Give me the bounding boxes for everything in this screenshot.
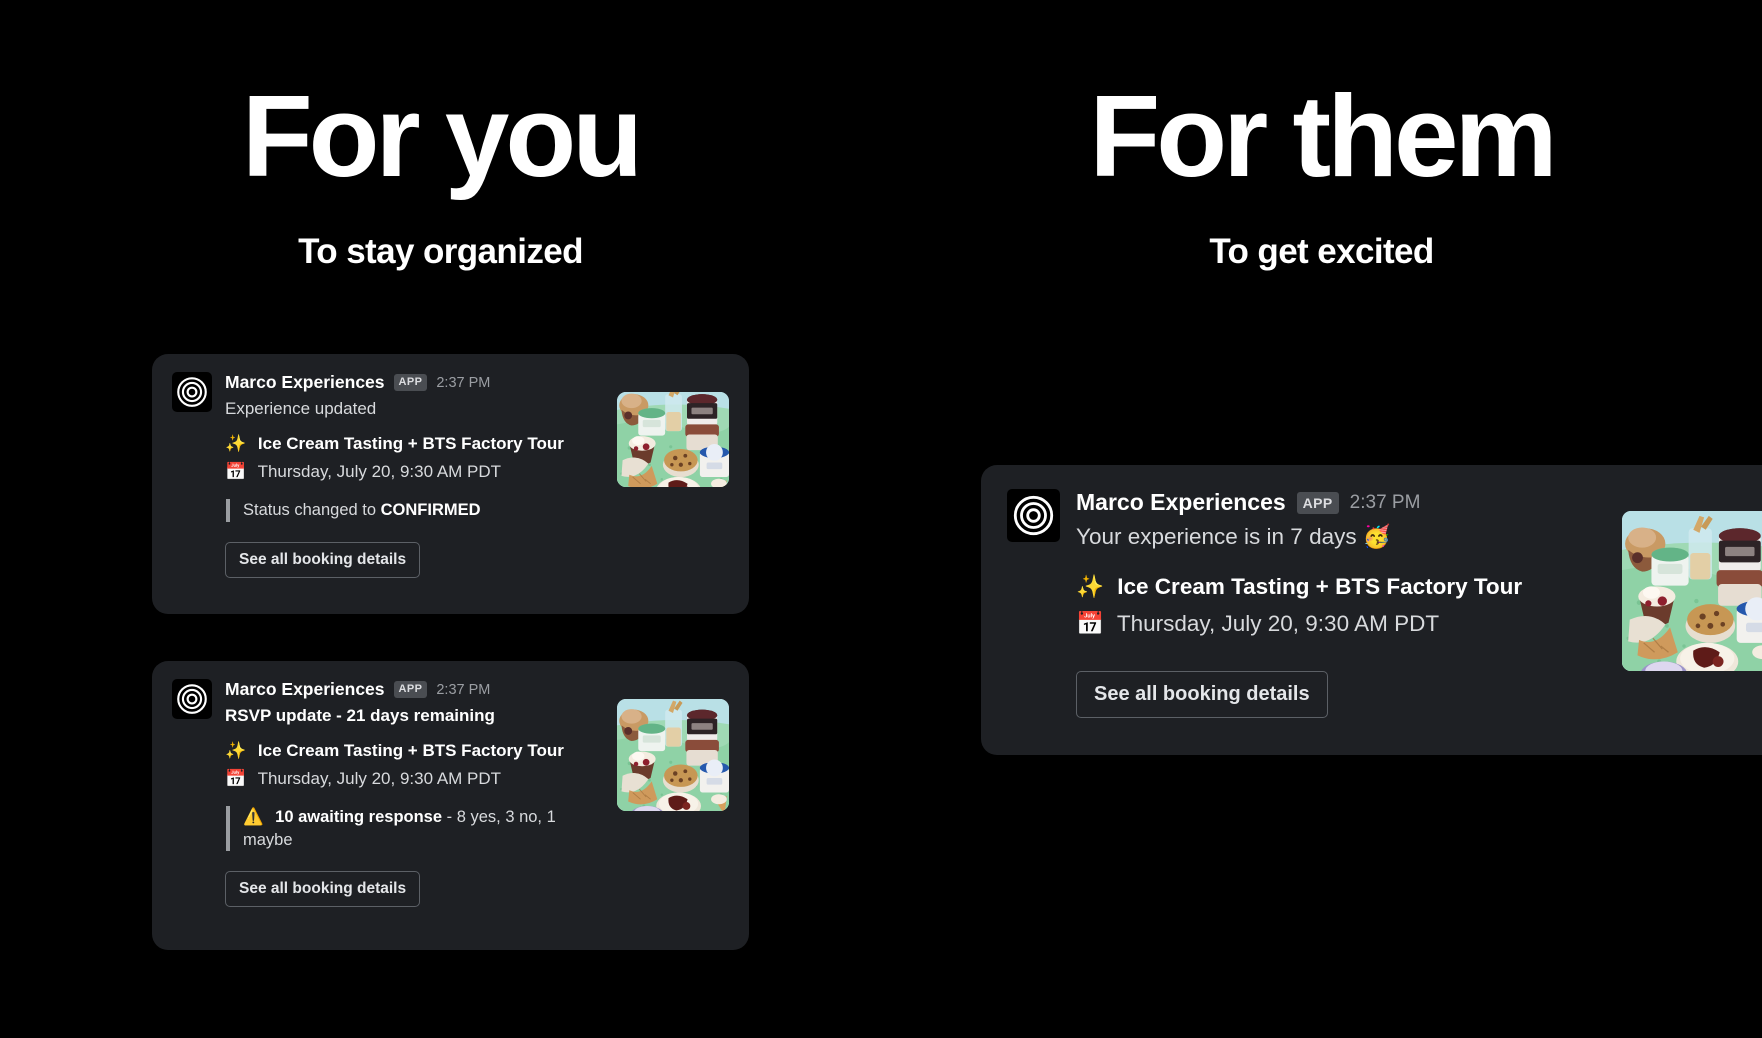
message-headline: Your experience is in 7 days [1076, 524, 1363, 549]
experience-thumbnail [617, 392, 729, 487]
avatar [172, 372, 212, 412]
calendar-icon: 📅 [1076, 610, 1105, 636]
sparkles-icon: ✨ [1076, 574, 1105, 600]
awaiting-response-count: 10 awaiting response [275, 807, 443, 826]
page-subtitle-for-them: To get excited [1209, 232, 1434, 271]
app-name: Marco Experiences [225, 679, 385, 699]
experience-title-row: ✨ Ice Cream Tasting + BTS Factory Tour [225, 433, 603, 456]
experience-title: Ice Cream Tasting + BTS Factory Tour [257, 433, 564, 453]
ice-cream-photo-icon [617, 699, 729, 811]
slack-message-card-experience-reminder[interactable]: Marco Experiences APP 2:37 PM Your exper… [981, 465, 1762, 755]
two-column-layout: For you To stay organized Marco Experien… [0, 0, 1762, 1038]
message-timestamp: 2:37 PM [1349, 491, 1421, 513]
experience-date: Thursday, July 20, 9:30 AM PDT [1116, 610, 1440, 636]
message-headline: RSVP update - 21 days remaining [225, 706, 495, 725]
slack-message-card-experience-updated[interactable]: Marco Experiences APP 2:37 PM Experience… [152, 354, 749, 614]
partying-face-icon: 🥳 [1362, 524, 1391, 549]
app-name: Marco Experiences [225, 372, 385, 392]
sparkles-icon: ✨ [225, 433, 247, 453]
status-quote-block: Status changed to CONFIRMED [226, 498, 603, 522]
app-badge: APP [393, 681, 428, 698]
message-timestamp: 2:37 PM [436, 374, 491, 391]
sparkles-icon: ✨ [225, 740, 247, 760]
experience-title: Ice Cream Tasting + BTS Factory Tour [257, 740, 564, 760]
message-headline-row: Your experience is in 7 days 🥳 [1076, 522, 1604, 552]
see-all-booking-details-button[interactable]: See all booking details [1076, 671, 1328, 719]
calendar-icon: 📅 [225, 461, 247, 481]
app-name: Marco Experiences [1076, 489, 1286, 515]
warning-icon: ⚠️ [243, 807, 264, 826]
experience-date-row: 📅 Thursday, July 20, 9:30 AM PDT [225, 768, 603, 791]
experience-date: Thursday, July 20, 9:30 AM PDT [257, 768, 502, 788]
status-quote-prefix: Status changed to [243, 500, 381, 519]
app-badge: APP [1296, 491, 1339, 514]
rsvp-quote-block: ⚠️ 10 awaiting response - 8 yes, 3 no, 1… [226, 805, 603, 852]
column-for-them: For them To get excited Marco Experience… [881, 0, 1762, 1038]
page-title-for-you: For you [241, 71, 643, 201]
message-meta-row: Marco Experiences APP 2:37 PM [225, 372, 603, 393]
see-all-booking-details-button[interactable]: See all booking details [225, 541, 421, 578]
calendar-icon: 📅 [225, 768, 247, 788]
avatar [172, 679, 212, 719]
experience-date-row: 📅 Thursday, July 20, 9:30 AM PDT [1076, 609, 1604, 639]
see-all-booking-details-button[interactable]: See all booking details [225, 871, 421, 908]
experience-title: Ice Cream Tasting + BTS Factory Tour [1117, 574, 1523, 600]
experience-date-row: 📅 Thursday, July 20, 9:30 AM PDT [225, 461, 603, 484]
ice-cream-photo-icon [1622, 511, 1762, 671]
message-meta-row: Marco Experiences APP 2:37 PM [1076, 489, 1604, 516]
experience-title-row: ✨ Ice Cream Tasting + BTS Factory Tour [1076, 572, 1604, 602]
experience-thumbnail [617, 699, 729, 811]
message-meta-row: Marco Experiences APP 2:37 PM [225, 679, 603, 700]
message-headline: Experience updated [225, 399, 377, 418]
concentric-circles-target-icon [177, 684, 207, 714]
experience-title-row: ✨ Ice Cream Tasting + BTS Factory Tour [225, 740, 603, 763]
app-badge: APP [393, 374, 428, 391]
avatar [1007, 489, 1060, 542]
experience-thumbnail [1622, 511, 1762, 671]
page-title-for-them: For them [1089, 71, 1557, 201]
for-you-heading-block: For you To stay organized [0, 0, 881, 272]
concentric-circles-target-icon [177, 377, 207, 407]
ice-cream-photo-icon [617, 392, 729, 487]
slack-message-card-rsvp-update[interactable]: Marco Experiences APP 2:37 PM RSVP updat… [152, 661, 749, 950]
concentric-circles-target-icon [1013, 495, 1054, 536]
message-timestamp: 2:37 PM [436, 681, 491, 698]
page-subtitle-for-you: To stay organized [298, 232, 583, 271]
experience-date: Thursday, July 20, 9:30 AM PDT [257, 461, 502, 481]
column-for-you: For you To stay organized Marco Experien… [0, 0, 881, 1038]
status-badge: CONFIRMED [380, 500, 481, 519]
for-them-heading-block: For them To get excited [881, 0, 1762, 272]
